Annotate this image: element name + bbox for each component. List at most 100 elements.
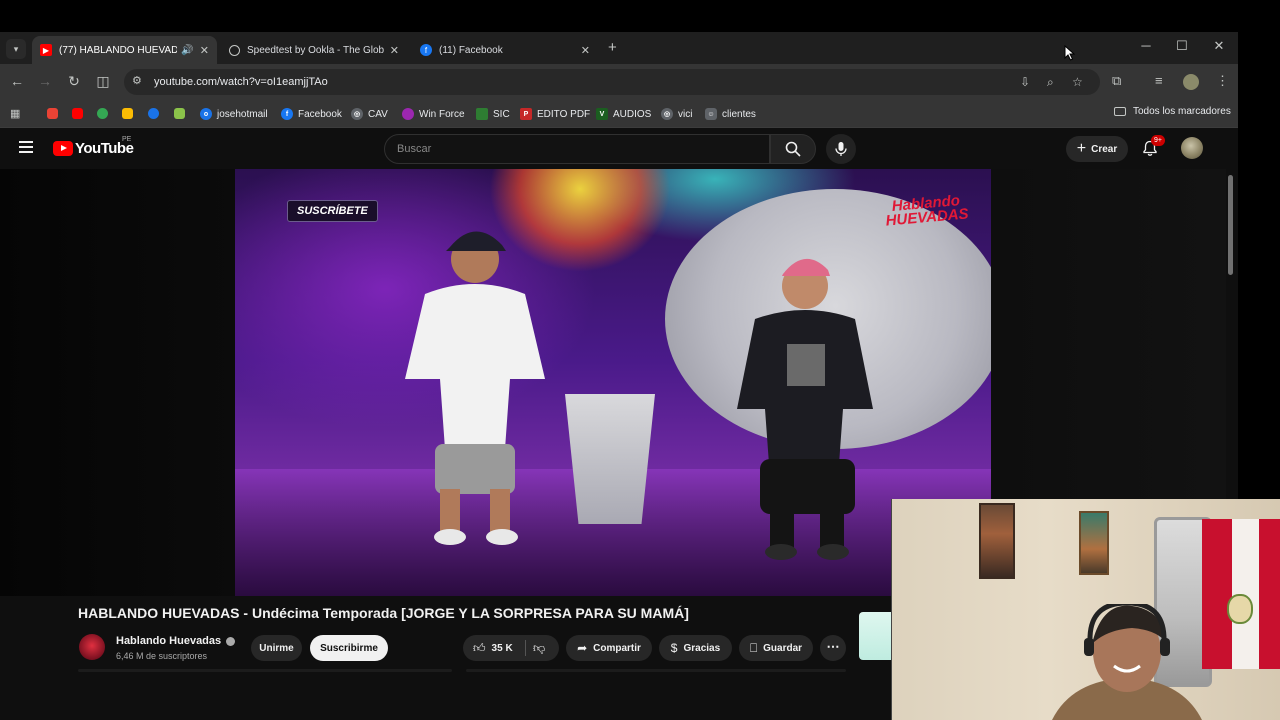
close-window-button[interactable]: ✕ [1209,38,1229,54]
save-button[interactable]: ⎕ Guardar [739,635,813,661]
url-text[interactable]: youtube.com/watch?v=oI1eamjjTAo [154,76,328,88]
create-button[interactable]: + Crear [1066,136,1128,162]
thanks-icon: $ [670,641,678,655]
zoom-icon[interactable]: ⌕ [1047,75,1054,90]
bookmark-edito-pdf[interactable]: P EDITO PDF [520,106,590,122]
flag-crest [1227,594,1253,624]
apps-grid-icon[interactable]: ▦ [10,107,20,120]
facebook-icon: f [281,108,293,120]
webcam-overlay [891,499,1280,720]
bookmark-label: Facebook [298,108,342,120]
bookmark-cav[interactable]: ◎ CAV [351,106,388,122]
forward-button[interactable]: → [36,73,54,89]
join-button[interactable]: Unirme [251,635,302,661]
close-tab-icon[interactable]: ✕ [390,44,399,57]
channel-avatar[interactable] [79,634,105,660]
bookmark-label: clientes [722,108,756,120]
bookmark-facebook[interactable]: f Facebook [281,106,342,122]
page-scrollbar[interactable] [1228,175,1233,275]
screen: ▾ ▶ (77) HABLANDO HUEVADAS 🔊 ✕ Speedtest… [0,0,1280,720]
tab-title: (77) HABLANDO HUEVADAS [59,44,178,56]
tab-youtube[interactable]: ▶ (77) HABLANDO HUEVADAS 🔊 ✕ [32,36,217,64]
youtube-bookmark-icon[interactable] [72,108,83,119]
split-view-icon[interactable]: ◫ [94,73,112,90]
extensions-icon[interactable]: ⧉ [1112,73,1121,89]
video-title: HABLANDO HUEVADAS - Undécima Temporada [… [78,605,689,621]
sic-icon [476,108,488,120]
bookmark-label: AUDIOS [613,108,652,120]
edge-icon[interactable] [148,108,159,119]
channel-name: Hablando Huevadas [116,635,222,647]
youtube-header: YouTube PE Buscar + Crear 9+ [0,129,1238,169]
bookmark-label: vici [678,108,693,120]
verified-badge-icon [226,636,236,646]
account-avatar[interactable] [1181,137,1203,159]
video-frame[interactable]: SUSCRÍBETE Hablando HUEVADAS [235,169,991,596]
folder-icon [1114,107,1126,116]
winforce-icon [402,108,414,120]
gmail-icon[interactable] [47,108,58,119]
dislike-icon[interactable]: 👎︎ [533,641,545,656]
profile-avatar[interactable] [1183,74,1199,90]
tab-search-button[interactable]: ▾ [6,39,26,59]
all-bookmarks-label: Todos los marcadores [1133,106,1231,117]
audio-playing-icon[interactable]: 🔊 [181,45,193,56]
like-count[interactable]: 35 K [492,643,513,654]
site-info-icon[interactable]: ⚙ [132,74,142,87]
bookmark-clientes[interactable]: ☺ clientes [705,106,756,122]
search-input[interactable]: Buscar [384,134,770,164]
maximize-button[interactable]: ☐ [1172,38,1192,54]
bookmark-label: CAV [368,108,388,120]
bookmark-label: Win Force [419,108,465,120]
more-actions-button[interactable]: ⋯ [820,635,846,661]
bookmark-star-icon[interactable]: ☆ [1072,75,1083,89]
photos-icon[interactable] [122,108,133,119]
share-label: Compartir [593,642,641,654]
new-tab-button[interactable]: + [608,39,617,56]
save-label: Guardar [763,642,803,654]
tab-strip: ▾ ▶ (77) HABLANDO HUEVADAS 🔊 ✕ Speedtest… [0,32,1238,64]
channel-name-link[interactable]: Hablando Huevadas [116,635,236,647]
like-divider [525,640,526,656]
back-button[interactable]: ← [8,73,26,89]
youtube-play-icon [53,141,73,156]
tab-facebook[interactable]: f (11) Facebook ✕ [412,36,598,64]
side-ad-thumbnail[interactable] [859,612,891,660]
audios-icon: V [596,108,608,120]
tab-title: Speedtest by Ookla - The Global [247,44,384,56]
thanks-button[interactable]: $ Gracias [659,635,732,661]
region-code: PE [122,136,132,143]
facebook-icon: f [420,44,432,56]
close-tab-icon[interactable]: ✕ [200,44,209,57]
join-label: Unirme [259,642,294,654]
show-logo-overlay: Hablando HUEVADAS [884,192,970,230]
thanks-label: Gracias [683,642,721,654]
share-button[interactable]: ➦ Compartir [566,635,652,661]
media-controls-icon[interactable]: ≡ [1155,73,1163,88]
voice-search-button[interactable] [826,134,856,164]
minimize-button[interactable]: ─ [1136,38,1156,53]
bookmark-audios[interactable]: V AUDIOS [596,106,651,122]
show-logo-line2: HUEVADAS [884,205,970,230]
wall-poster-right [1079,511,1109,575]
bookmark-sic[interactable]: SIC [476,106,510,122]
reload-button[interactable]: ↻ [65,73,83,90]
subscribe-button[interactable]: Suscribirme [310,635,388,661]
maps-icon[interactable] [97,108,108,119]
hamburger-menu-icon[interactable] [19,141,33,156]
install-app-icon[interactable]: ⇩ [1020,75,1030,89]
bookmark-win-force[interactable]: Win Force [402,106,465,122]
globe-icon: ◎ [351,108,363,120]
check-icon[interactable] [174,108,185,119]
tab-speedtest[interactable]: Speedtest by Ookla - The Global ✕ [221,36,407,64]
omnibox[interactable]: ⚙ youtube.com/watch?v=oI1eamjjTAo ⇩ ⌕ ☆ [124,69,1100,95]
search-button[interactable] [770,134,816,164]
close-tab-icon[interactable]: ✕ [581,44,590,57]
youtube-logo[interactable]: YouTube PE [53,136,134,157]
bookmark-josehotmail[interactable]: o josehotmail [200,106,268,122]
all-bookmarks-button[interactable]: Todos los marcadores [1114,106,1231,117]
like-icon[interactable]: 👍︎ [473,641,486,656]
bookmark-vici[interactable]: ◎ vici [661,106,692,122]
host-left-figure [405,231,545,545]
menu-kebab-icon[interactable]: ⋮ [1216,73,1229,89]
